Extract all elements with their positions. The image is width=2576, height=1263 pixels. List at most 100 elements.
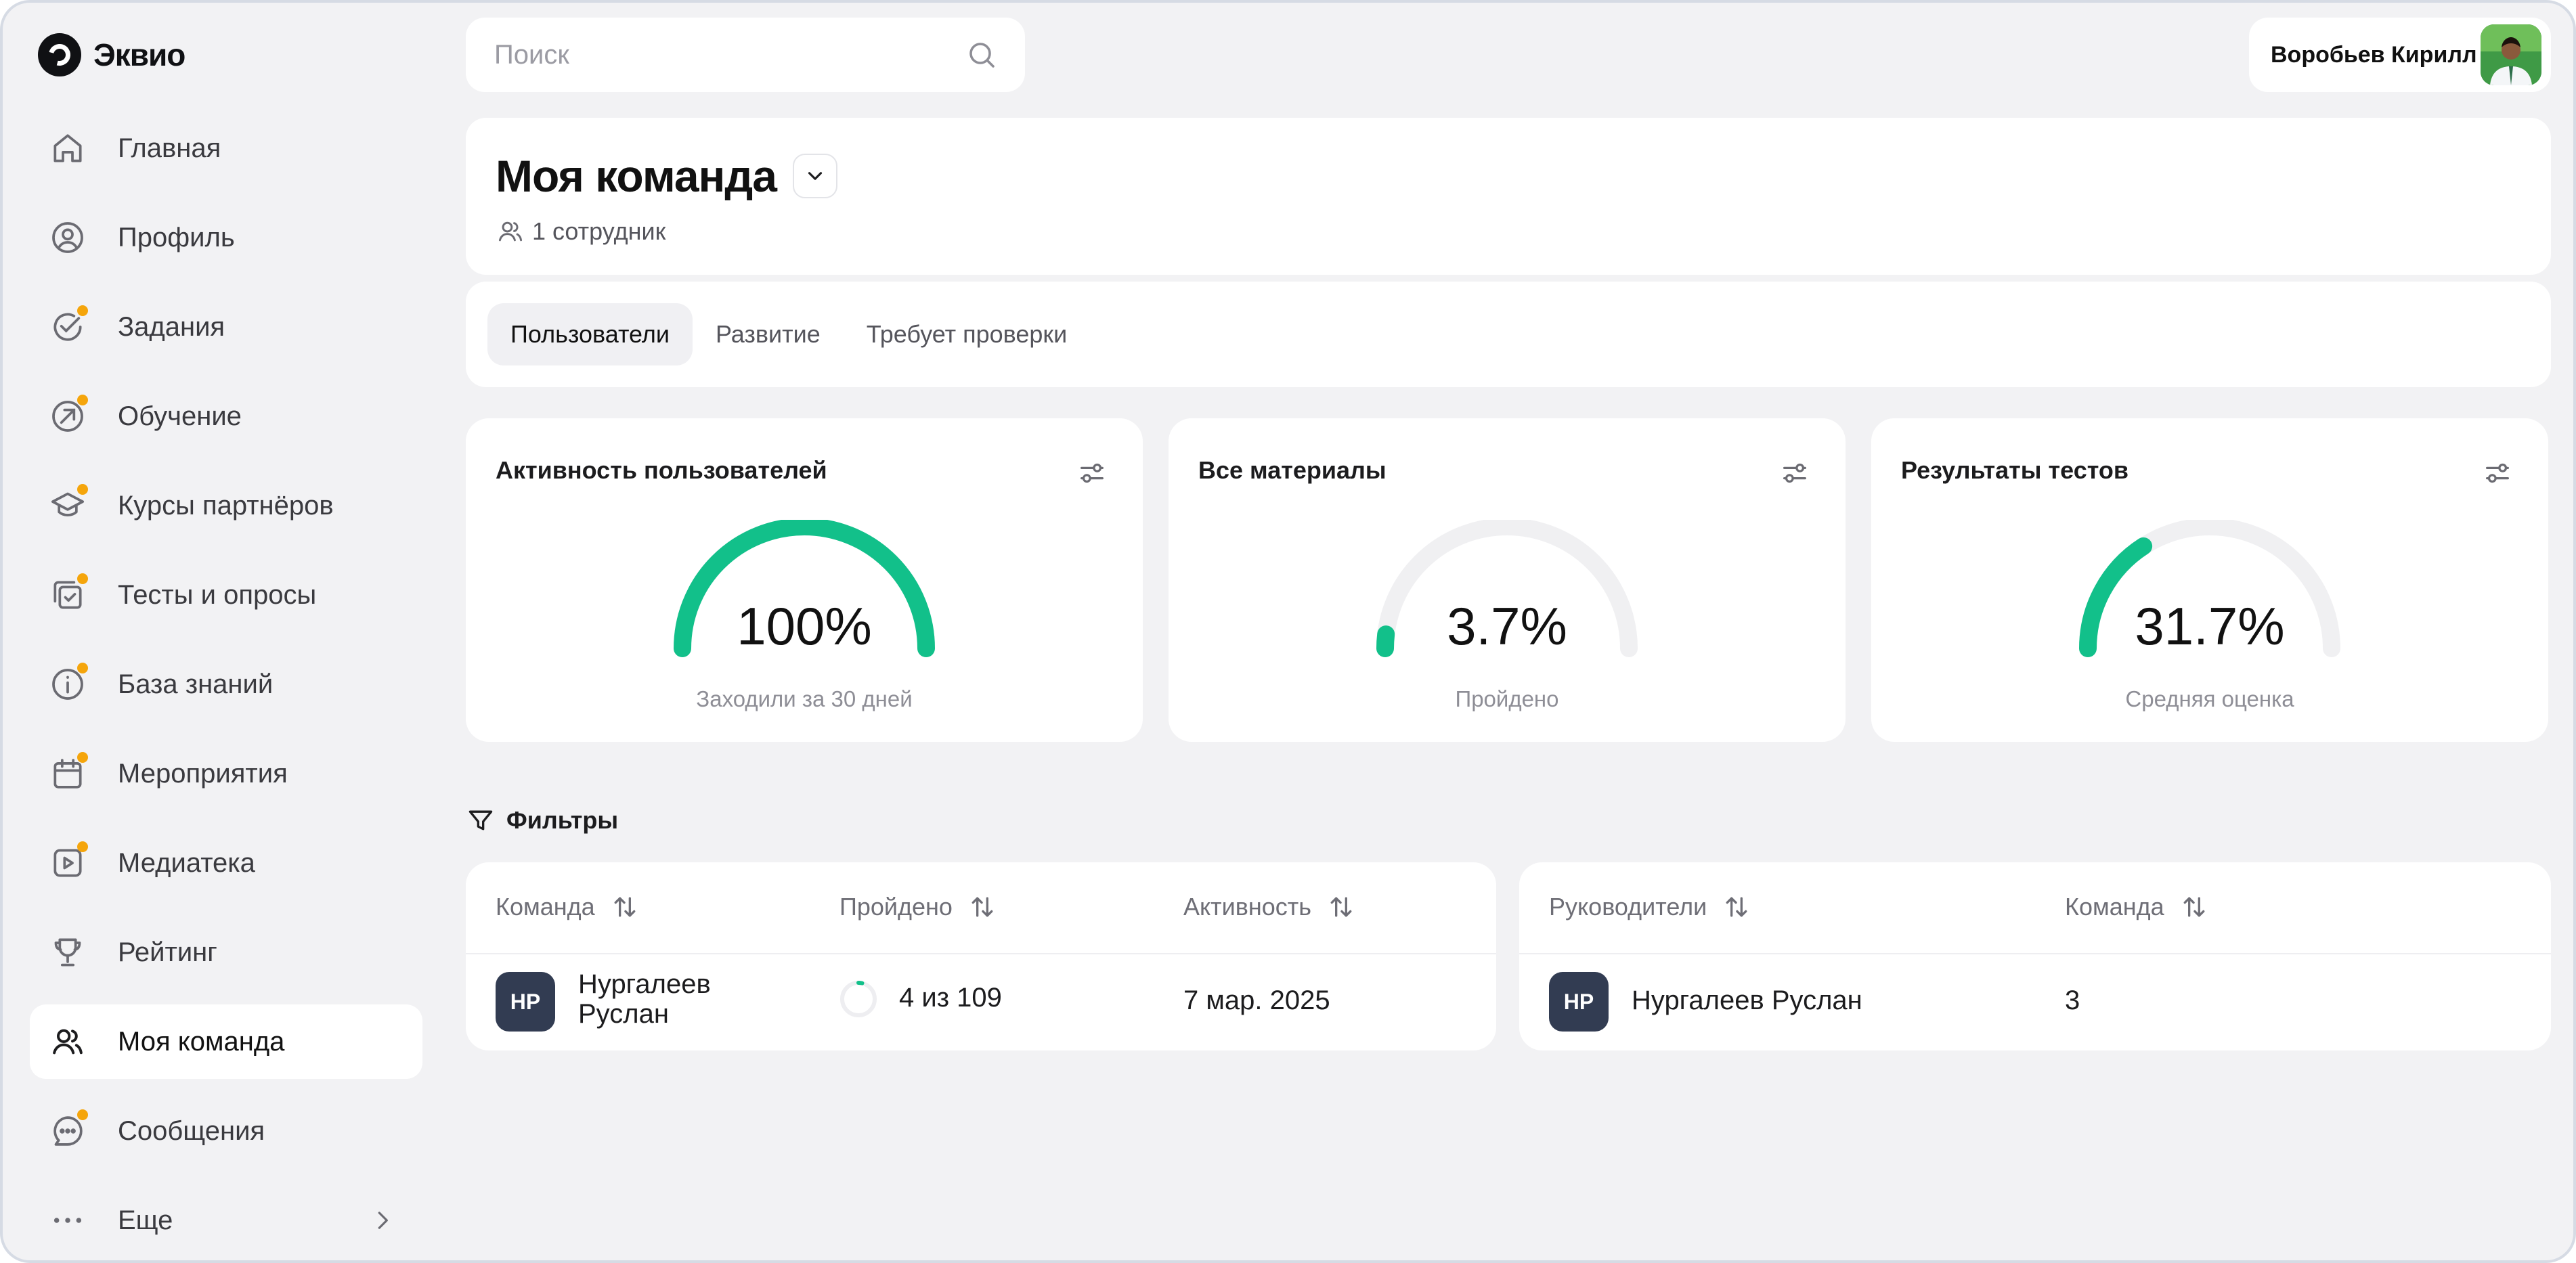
managers-table: Руководители Команда НР Нургалеев Руслан… xyxy=(1519,862,2551,1050)
team-select-button[interactable] xyxy=(793,154,838,198)
avatar-initials: НР xyxy=(1549,972,1609,1032)
stat-card-user-activity: Активность пользователей 100% Заходили з… xyxy=(466,418,1143,742)
search-input[interactable] xyxy=(493,39,965,71)
logo[interactable]: Эквио xyxy=(38,31,185,79)
settings-sliders-icon[interactable] xyxy=(1076,458,1108,489)
column-header-team[interactable]: Команда xyxy=(496,892,640,922)
notification-badge xyxy=(77,484,88,495)
column-header-label: Активность xyxy=(1183,893,1312,921)
sidebar-item-label: Моя команда xyxy=(118,1026,285,1057)
sidebar-item-tests[interactable]: Тесты и опросы xyxy=(30,558,422,632)
sidebar-item-more[interactable]: Еще xyxy=(30,1183,422,1258)
sidebar-item-label: Рейтинг xyxy=(118,937,217,967)
sidebar-item-messages[interactable]: Сообщения xyxy=(30,1094,422,1168)
settings-sliders-icon[interactable] xyxy=(2482,458,2513,489)
employee-count: 1 сотрудник xyxy=(532,217,666,245)
checklist-icon xyxy=(49,573,88,614)
sidebar-item-label: Сообщения xyxy=(118,1115,265,1146)
last-activity: 7 мар. 2025 xyxy=(1183,985,1330,1015)
chat-icon xyxy=(49,1109,88,1150)
stat-caption: Пройдено xyxy=(1455,686,1559,711)
sidebar-item-label: База знаний xyxy=(118,669,274,699)
notification-badge xyxy=(77,841,88,852)
stat-card-test-results: Результаты тестов 31.7% Средняя оценка xyxy=(1871,418,2548,742)
sidebar-item-label: Задания xyxy=(118,311,225,342)
table-header: Команда Пройдено Активность xyxy=(466,862,1496,954)
notification-badge xyxy=(77,752,88,763)
column-header-label: Пройдено xyxy=(839,893,953,921)
check-circle-icon xyxy=(49,305,88,346)
logo-mark-icon xyxy=(38,33,81,76)
progress-ring xyxy=(840,981,877,1017)
user-name: Воробьев Кирилл xyxy=(2271,41,2477,68)
graduation-cap-icon xyxy=(49,484,88,525)
sidebar-item-label: Тесты и опросы xyxy=(118,579,317,610)
stat-title: Результаты тестов xyxy=(1901,456,2129,484)
stat-caption: Заходили за 30 дней xyxy=(696,686,913,711)
member-name-line2: Руслан xyxy=(578,999,669,1029)
stat-card-all-materials: Все материалы 3.7% Пройдено xyxy=(1169,418,1846,742)
sidebar-item-knowledge-base[interactable]: База знаний xyxy=(30,647,422,722)
user-menu[interactable]: Воробьев Кирилл xyxy=(2249,18,2551,92)
sidebar-item-label: Мероприятия xyxy=(118,758,288,789)
team-header-card: Моя команда 1 сотрудник xyxy=(466,118,2551,275)
filters-button[interactable]: Фильтры xyxy=(466,805,618,835)
sidebar-item-label: Обучение xyxy=(118,401,242,431)
stat-value: 100% xyxy=(737,596,872,656)
column-header-label: Команда xyxy=(2065,893,2164,921)
sidebar-item-home[interactable]: Главная xyxy=(30,111,422,185)
stat-title: Все материалы xyxy=(1198,456,1387,484)
member-name: Нургалеев Руслан xyxy=(578,969,711,1029)
sort-icon xyxy=(972,897,993,917)
sidebar-item-partner-courses[interactable]: Курсы партнёров xyxy=(30,468,422,543)
column-header-team[interactable]: Команда xyxy=(2065,892,2209,922)
chevron-down-icon xyxy=(808,172,823,180)
column-header-activity[interactable]: Активность xyxy=(1183,892,1356,922)
notification-badge xyxy=(77,395,88,405)
search-icon[interactable] xyxy=(965,39,998,71)
sidebar-item-rating[interactable]: Рейтинг xyxy=(30,915,422,990)
sidebar-item-label: Главная xyxy=(118,133,221,163)
sidebar-item-my-team[interactable]: Моя команда xyxy=(30,1004,422,1079)
column-header-label: Руководители xyxy=(1549,893,1707,921)
sidebar-item-label: Курсы партнёров xyxy=(118,490,334,520)
more-dots-icon xyxy=(49,1201,87,1239)
app-window: Эквио Главная Профиль Задания Обучение К… xyxy=(0,0,2576,1263)
search-box xyxy=(466,18,1025,92)
notification-badge xyxy=(77,663,88,673)
sort-icon xyxy=(1726,897,1747,917)
tab-users[interactable]: Пользователи xyxy=(487,303,693,365)
sidebar-item-profile[interactable]: Профиль xyxy=(30,200,422,275)
sidebar-item-media[interactable]: Медиатека xyxy=(30,826,422,900)
column-header-completed[interactable]: Пройдено xyxy=(839,892,997,922)
page-title: Моя команда xyxy=(496,151,777,201)
tab-bar: Пользователи Развитие Требует проверки xyxy=(466,282,2551,387)
team-size: 3 xyxy=(2065,985,2080,1015)
sidebar-item-label: Медиатека xyxy=(118,847,255,878)
completed-count: 4 из 109 xyxy=(899,983,1002,1013)
sidebar-item-events[interactable]: Мероприятия xyxy=(30,736,422,811)
team-table: Команда Пройдено Активность НР Нургалеев… xyxy=(466,862,1496,1050)
sidebar-item-learning[interactable]: Обучение xyxy=(30,379,422,453)
chevron-right-icon xyxy=(378,1212,388,1229)
stat-caption: Средняя оценка xyxy=(2125,686,2294,711)
sidebar-item-label: Еще xyxy=(118,1205,173,1235)
column-header-label: Команда xyxy=(496,893,595,921)
tab-development[interactable]: Развитие xyxy=(693,303,844,365)
tab-needs-review[interactable]: Требует проверки xyxy=(844,303,1091,365)
avatar-initials: НР xyxy=(496,972,555,1032)
member-name-line1: Нургалеев xyxy=(578,969,711,999)
stat-value: 31.7% xyxy=(2135,596,2285,656)
sidebar-item-tasks[interactable]: Задания xyxy=(30,290,422,364)
column-header-managers[interactable]: Руководители xyxy=(1549,892,1751,922)
compass-arrow-icon xyxy=(49,395,88,435)
stat-value: 3.7% xyxy=(1447,596,1567,656)
users-icon xyxy=(498,221,523,242)
play-square-icon xyxy=(49,841,88,882)
settings-sliders-icon[interactable] xyxy=(1779,458,1810,489)
sort-icon xyxy=(1330,897,1352,917)
trophy-icon xyxy=(49,933,87,971)
sort-icon xyxy=(614,897,636,917)
avatar xyxy=(2481,24,2541,85)
notification-badge xyxy=(77,305,88,316)
